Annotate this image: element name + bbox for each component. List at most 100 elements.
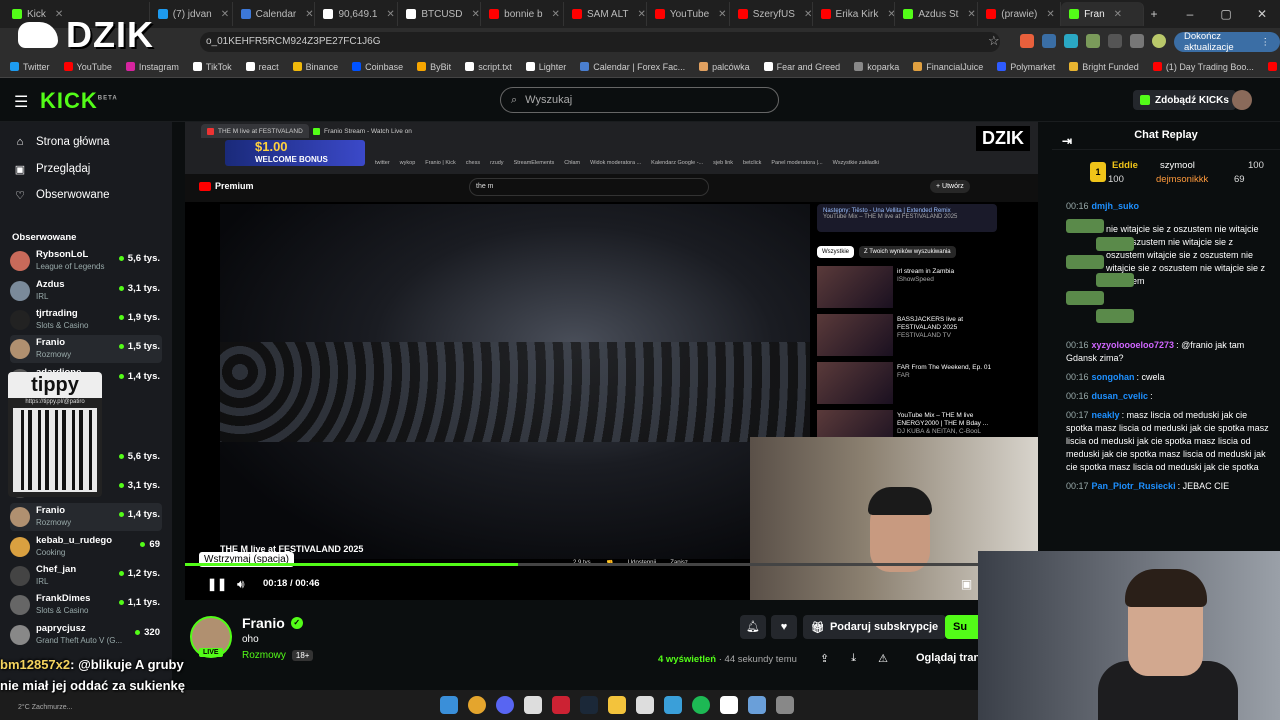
bookmark[interactable]: (1) Day Trading Boo... [1152,62,1254,72]
bookmark[interactable]: react [245,62,279,72]
bell-icon[interactable]: 🔔︎ [740,615,766,639]
bookmark[interactable]: koparka [854,62,899,72]
windows-icon[interactable] [440,696,458,714]
tab-close-icon[interactable]: ✕ [552,9,560,20]
bookmark[interactable]: Fear and Greed [763,62,840,72]
browser-tab[interactable]: Erika Kirk ✕ [813,2,896,26]
followed-channel[interactable]: Azdus IRL 3,1 tys. [10,277,162,305]
maximize-icon[interactable]: ▢ [1208,7,1244,21]
extension-icon[interactable] [1064,34,1078,48]
tab-close-icon[interactable]: ✕ [386,9,394,20]
tab-close-icon[interactable]: ✕ [1114,9,1122,20]
puzzle-icon[interactable] [1108,34,1122,48]
steam-icon[interactable] [580,696,598,714]
nav-home[interactable]: ⌂ Strona główna [14,132,110,152]
tab-close-icon[interactable]: ✕ [887,9,894,20]
tab-close-icon[interactable]: ✕ [638,9,646,20]
bookmark[interactable]: Coinbase [352,62,403,72]
avatar[interactable] [1232,90,1252,110]
bookmark[interactable]: ByBit [417,62,451,72]
browser-tab[interactable]: 90,649.1 ✕ [315,2,399,26]
bookmark[interactable]: YouTube [63,62,112,72]
terminal-icon[interactable] [776,696,794,714]
tab-close-icon[interactable]: ✕ [718,9,726,20]
spotify-icon[interactable] [692,696,710,714]
report-icon[interactable]: ⚠ [878,652,888,665]
tab-close-icon[interactable]: ✕ [221,9,229,20]
minimize-icon[interactable]: – [1172,7,1208,21]
browser-tab[interactable]: BTCUSD ✕ [398,2,482,26]
browser-tab[interactable]: YouTube ✕ [647,2,730,26]
tab-close-icon[interactable]: ✕ [967,9,975,20]
browser-tab[interactable]: Azdus St ✕ [895,2,979,26]
chat-user[interactable]: dmjh_suko [1092,201,1140,211]
chat-user[interactable]: songohan [1092,372,1135,382]
search-input[interactable]: ⌕ Wyszukaj [500,87,779,113]
collapse-chat-icon[interactable]: ⇥ [1062,128,1072,154]
extension-icon[interactable] [1020,34,1034,48]
bookmark-star-icon[interactable]: ☆ [988,33,1000,49]
bookmark[interactable]: script.txt [465,62,512,72]
app-icon[interactable] [524,696,542,714]
heart-icon[interactable]: ♥ [771,615,797,639]
new-tab-icon[interactable]: + [1136,7,1172,21]
app-icon[interactable] [552,696,570,714]
bookmark[interactable]: Calendar | Forex Fac... [580,62,685,72]
followed-channel[interactable]: paprycjusz Grand Theft Auto V (G... 320 [10,621,162,649]
nav-browse[interactable]: ▣ Przeglądaj [14,159,91,179]
followed-channel[interactable]: RybsonLoL League of Legends 5,6 tys. [10,247,162,275]
download-icon[interactable]: ⤓ [851,652,856,665]
folder-icon[interactable] [608,696,626,714]
browser-tab[interactable]: bonnie b ✕ [481,2,565,26]
tab-close-icon[interactable]: ✕ [1046,9,1054,20]
kick-logo[interactable]: KICKBETA [40,88,118,114]
chat-user[interactable]: Pan_Piotr_Rusiecki [1092,481,1176,491]
pip-icon[interactable]: ▣ [961,577,972,592]
extension-icon[interactable] [1086,34,1100,48]
browser-tab[interactable]: Fran ✕ [1061,2,1144,26]
progress-bar[interactable] [185,563,1038,566]
finish-update-button[interactable]: Dokończ aktualizacje ⋮ [1174,31,1280,53]
followed-channel[interactable]: Franio Rozmowy 1,5 tys. [10,335,162,363]
gift-sub-button[interactable]: 🎁︎ Podaruj subskrypcje [803,615,947,639]
bookmark[interactable]: TikTok [192,62,232,72]
bookmark[interactable]: Polymarket [997,62,1055,72]
pause-button[interactable]: ❚❚ [207,577,227,591]
followed-channel[interactable]: Chef_jan IRL 1,2 tys. [10,562,162,590]
video-player[interactable]: THE M live at FESTIVALAND Franio Stream … [185,122,1038,600]
browser-tab[interactable]: SAM ALT ✕ [564,2,647,26]
chat-user[interactable]: neakly [1092,410,1120,420]
extension-icon[interactable] [1042,34,1056,48]
nav-following[interactable]: ♡ Obserwowane [14,185,109,205]
category-link[interactable]: Rozmowy [242,650,286,661]
chrome-icon[interactable] [468,696,486,714]
share-icon[interactable]: ⇪ [820,652,829,665]
media-icon[interactable] [1130,34,1144,48]
discord-icon[interactable] [496,696,514,714]
volume-icon[interactable]: 🔊︎ [237,577,245,592]
bookmark[interactable]: Twitter [10,62,50,72]
tab-close-icon[interactable]: ✕ [305,9,313,20]
app-icon[interactable] [720,696,738,714]
chat-user[interactable]: dusan_cvelic [1092,391,1149,401]
tab-close-icon[interactable]: ✕ [471,9,479,20]
app-icon[interactable] [664,696,682,714]
channel-name[interactable]: Franio ✓ [242,615,303,631]
menu-icon[interactable]: ☰ [14,92,28,112]
followed-channel[interactable]: kebab_u_rudego Cooking 69 [10,533,162,561]
url-field[interactable]: o_01KEHFR5RCM924Z3PE27FC1J6G [200,32,1000,52]
followed-channel[interactable]: Franio Rozmowy 1,4 tys. [10,503,162,531]
bookmark[interactable]: Lighter [525,62,566,72]
app-icon[interactable] [636,696,654,714]
browser-tab[interactable]: (7) jdvan ✕ [150,2,233,26]
browser-tab[interactable]: SzeryfUS ✕ [730,2,813,26]
bookmark[interactable]: Bright Funded [1069,62,1139,72]
browser-tab[interactable]: Calendar ✕ [233,2,316,26]
app-icon[interactable] [748,696,766,714]
browser-tab[interactable]: (prawie) ✕ [978,2,1062,26]
watch-translated-button[interactable]: Oglądaj tran [916,652,980,664]
chat-user[interactable]: xyzyoloooeloo7273 [1092,340,1175,350]
bookmark[interactable]: Instagram [125,62,179,72]
get-kicks-button[interactable]: Zdobądź KICKs [1133,90,1236,110]
followed-channel[interactable]: FrankDimes Slots & Casino 1,1 tys. [10,591,162,619]
